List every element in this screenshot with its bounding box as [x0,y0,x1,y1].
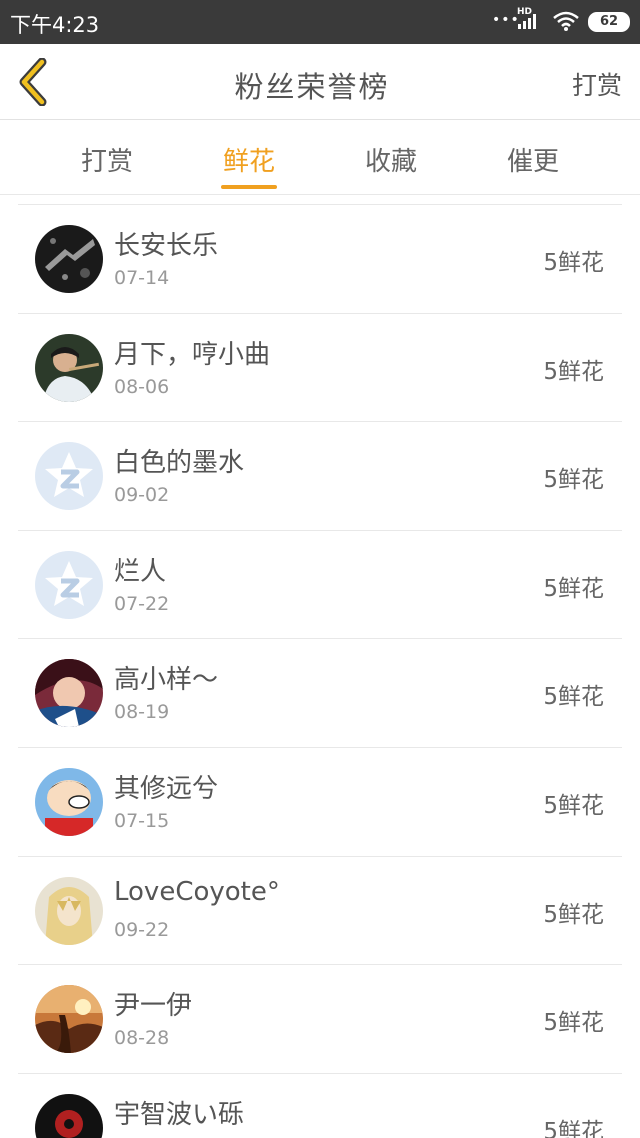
app-root: 下午4:23 ••• HD 62 粉丝荣誉榜 打赏 打赏 鲜花 收藏 催更 长安… [0,0,640,1138]
avatar [35,659,103,728]
gift-count: 5鲜花 [543,1010,604,1037]
list-item[interactable]: 烂人 07-22 5鲜花 [18,531,622,640]
avatar [35,985,103,1054]
gift-count: 5鲜花 [543,792,604,819]
user-name: 宇智波い砾 [114,1099,245,1130]
user-name: LoveCoyote° [114,876,280,907]
avatar [35,876,103,945]
list-item[interactable]: 白色的墨水 09-02 5鲜花 [18,422,622,531]
gift-count: 5鲜花 [543,467,604,494]
gift-count: 5鲜花 [543,1118,604,1138]
user-date: 09-02 [114,484,170,507]
status-bar: 下午4:23 ••• HD 62 [0,0,640,44]
list-item[interactable]: 其修远兮 07-15 5鲜花 [18,748,622,857]
tab-bar: 打赏 鲜花 收藏 催更 [0,121,640,195]
avatar [35,1093,103,1138]
battery-level: 62 [599,14,619,29]
user-date: 09-22 [114,918,170,941]
list-item[interactable]: 尹一伊 08-28 5鲜花 [18,965,622,1074]
tab-urge-update[interactable]: 催更 [473,141,593,178]
gift-count: 5鲜花 [543,575,604,602]
tab-favorites[interactable]: 收藏 [331,141,451,178]
tab-flowers[interactable]: 鲜花 [189,141,309,178]
user-name: 白色的墨水 [114,448,245,479]
list-item[interactable]: 月下，哼小曲 08-06 5鲜花 [18,314,622,423]
user-date: 08-06 [114,375,170,398]
fan-list: 长安长乐 07-14 5鲜花 月下，哼小曲 08-06 5鲜花 白色的墨水 09… [18,205,622,1138]
user-name: 月下，哼小曲 [114,339,271,370]
user-name: 长安长乐 [114,231,219,261]
avatar [35,442,103,511]
gift-count: 5鲜花 [543,358,604,385]
tab-reward[interactable]: 打赏 [47,141,167,178]
avatar [35,225,103,293]
page-title: 粉丝荣誉榜 [234,70,390,104]
reward-button[interactable]: 打赏 [572,66,622,102]
avatar [35,333,103,402]
avatar [35,767,103,836]
user-date: 07-15 [114,809,170,832]
user-date: 08-28 [114,1027,170,1050]
gift-count: 5鲜花 [543,901,604,928]
active-tab-indicator [221,185,277,189]
list-item[interactable]: LoveCoyote° 09-22 5鲜花 [18,857,622,966]
avatar [35,550,103,619]
user-name: 烂人 [114,556,167,587]
user-name: 尹一伊 [114,991,193,1022]
list-item[interactable]: 高小样～ 08-19 5鲜花 [18,639,622,748]
list-item[interactable]: 宇智波い砾 5鲜花 [18,1074,622,1138]
user-date: 07-22 [114,592,170,615]
user-name: 其修远兮 [114,773,219,804]
user-date: 08-19 [114,701,170,724]
status-time: 下午4:23 [10,13,100,37]
wifi-icon [552,10,580,36]
user-date: 07-14 [114,267,170,289]
gift-count: 5鲜花 [543,250,604,276]
list-item[interactable]: 长安长乐 07-14 5鲜花 [18,205,622,314]
signal-icon: HD [514,7,540,34]
battery-icon: 62 [588,12,630,32]
header-bar: 粉丝荣誉榜 打赏 [0,44,640,120]
gift-count: 5鲜花 [543,684,604,711]
network-label: HD [517,7,533,17]
user-name: 高小样～ [114,665,219,696]
